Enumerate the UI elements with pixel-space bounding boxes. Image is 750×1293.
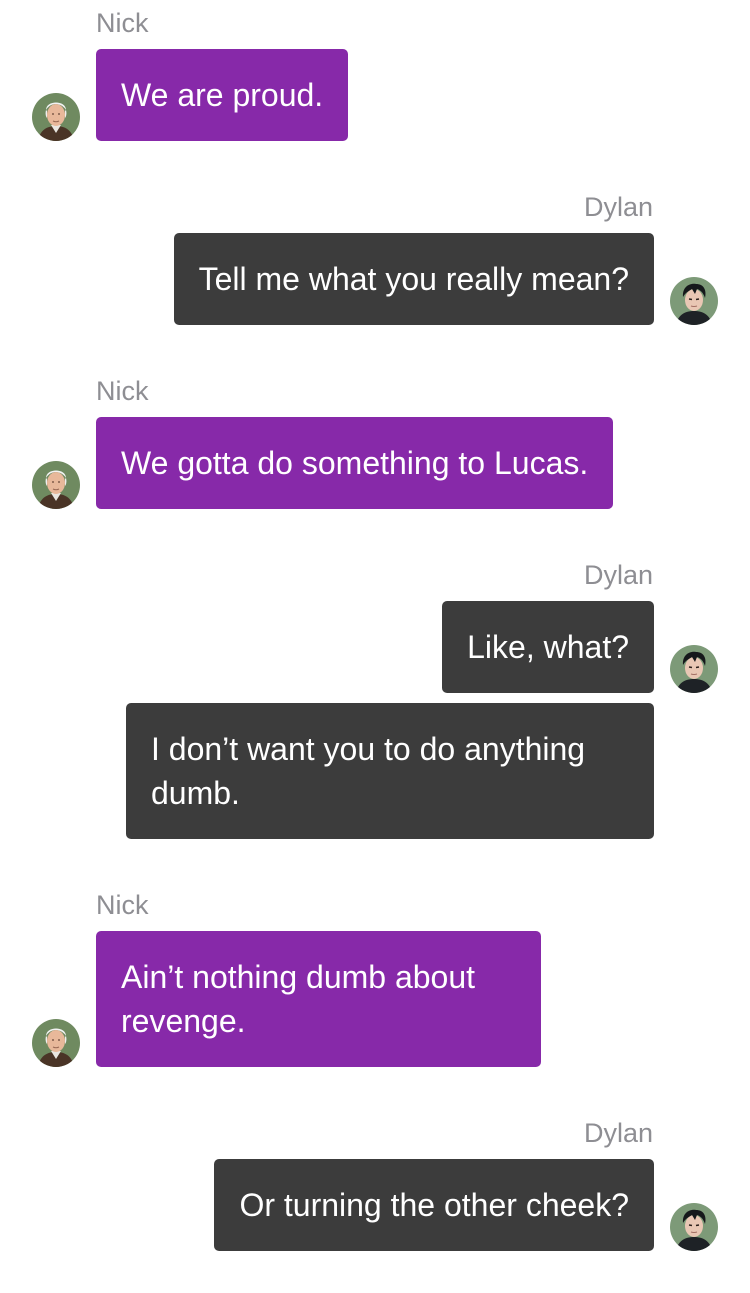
young-man-avatar-icon: [670, 277, 718, 325]
sender-name-dylan: Dylan: [583, 1118, 653, 1148]
old-man-avatar-icon: [32, 93, 80, 141]
message-bubble-nick[interactable]: We are proud.: [96, 49, 349, 141]
sender-name-nick: Nick: [96, 890, 149, 920]
message-text: Or turning the other cheek?: [239, 1187, 629, 1223]
nick-avatar-icon[interactable]: [32, 1019, 80, 1067]
dylan-avatar-icon[interactable]: [670, 1203, 718, 1251]
message-text: Ain’t nothing dumb about revenge.: [121, 959, 476, 1039]
message-bubble-dylan[interactable]: Or turning the other cheek?: [214, 1159, 654, 1251]
sender-name-dylan: Dylan: [583, 560, 653, 590]
message-text: Like, what?: [467, 629, 629, 665]
message-text: We are proud.: [121, 77, 324, 113]
young-man-avatar-icon: [670, 645, 718, 693]
nick-avatar-icon[interactable]: [32, 461, 80, 509]
message-text: We gotta do something to Lucas.: [121, 445, 589, 481]
sender-name-nick: Nick: [96, 8, 149, 38]
sender-name-dylan: Dylan: [583, 192, 653, 222]
nick-avatar-icon[interactable]: [32, 93, 80, 141]
message-bubble-dylan[interactable]: I don’t want you to do anything dumb.: [126, 703, 654, 839]
dylan-avatar-icon[interactable]: [670, 645, 718, 693]
message-text: I don’t want you to do anything dumb.: [151, 731, 586, 811]
message-bubble-dylan[interactable]: Tell me what you really mean?: [173, 233, 654, 325]
message-bubble-nick[interactable]: We gotta do something to Lucas.: [96, 417, 614, 509]
message-bubble-dylan[interactable]: Like, what?: [442, 601, 654, 693]
message-text: Tell me what you really mean?: [198, 261, 629, 297]
message-bubble-nick[interactable]: Ain’t nothing dumb about revenge.: [96, 931, 541, 1067]
sender-name-nick: Nick: [96, 376, 149, 406]
old-man-avatar-icon: [32, 1019, 80, 1067]
old-man-avatar-icon: [32, 461, 80, 509]
dylan-avatar-icon[interactable]: [670, 277, 718, 325]
young-man-avatar-icon: [670, 1203, 718, 1251]
